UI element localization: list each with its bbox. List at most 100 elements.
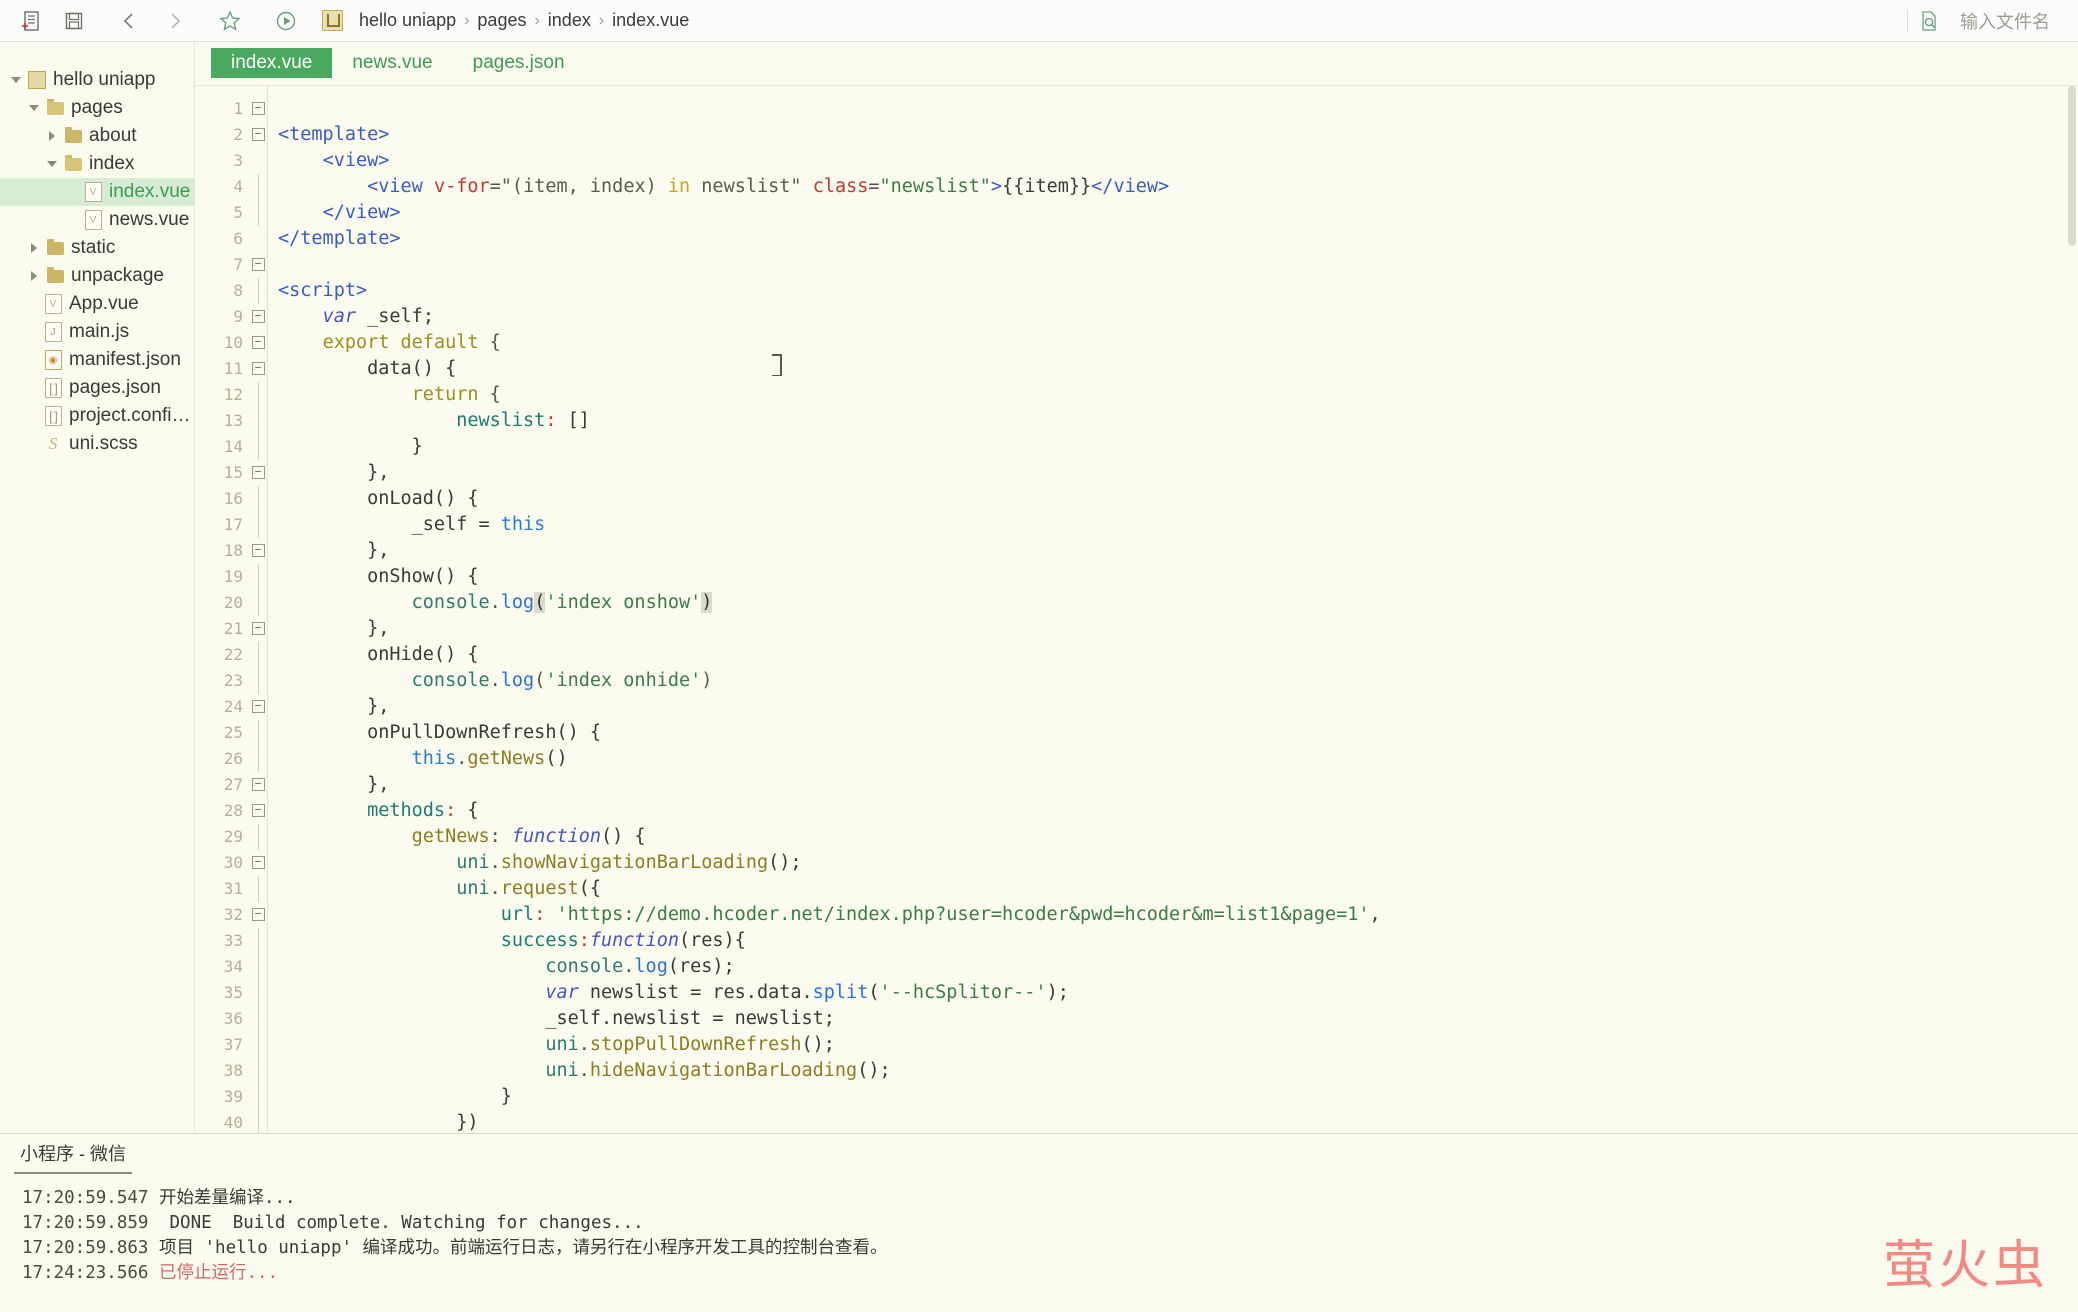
forward-icon[interactable] bbox=[152, 4, 196, 38]
line-number: 7 bbox=[233, 255, 243, 274]
chevron-down-icon[interactable] bbox=[6, 77, 26, 83]
fold-toggle-icon[interactable]: − bbox=[249, 96, 267, 122]
code-line-32: success:function(res){ bbox=[500, 930, 746, 951]
fold-toggle-icon[interactable]: − bbox=[249, 798, 267, 824]
console-timestamp: 17:20:59.863 bbox=[22, 1238, 149, 1258]
chevron-right-icon[interactable] bbox=[24, 243, 44, 253]
breadcrumb-item-project[interactable]: hello uniapp bbox=[352, 10, 463, 31]
tab-pages-json[interactable]: pages.json bbox=[453, 48, 585, 78]
code-line-14: }, bbox=[367, 462, 390, 483]
line-number: 29 bbox=[223, 827, 243, 846]
project-icon bbox=[26, 71, 48, 89]
breadcrumb-item-pages[interactable]: pages bbox=[470, 10, 533, 31]
console-panel: 小程序 - 微信 17:20:59.547 开始差量编译... 17:20:59… bbox=[0, 1133, 2078, 1312]
fold-toggle-icon[interactable]: − bbox=[249, 772, 267, 798]
breadcrumb-item-file[interactable]: index.vue bbox=[605, 10, 696, 31]
line-number: 6 bbox=[233, 229, 243, 248]
file-search-input[interactable]: 输入文件名 bbox=[1960, 8, 2050, 34]
fold-guide-line bbox=[249, 746, 267, 772]
toolbar-icon-group bbox=[0, 4, 308, 38]
tree-item-main-js[interactable]: J main.js bbox=[0, 318, 194, 346]
tree-item-unpackage[interactable]: unpackage bbox=[0, 262, 194, 290]
line-number: 17 bbox=[223, 515, 243, 534]
fold-toggle-icon[interactable]: − bbox=[249, 616, 267, 642]
fold-guide-line bbox=[249, 1110, 267, 1133]
fold-toggle-icon[interactable]: − bbox=[249, 252, 267, 278]
tree-item-project-config[interactable]: [ ] project.config.... bbox=[0, 402, 194, 430]
console-timestamp: 17:20:59.859 bbox=[22, 1213, 149, 1233]
editor-scrollbar[interactable] bbox=[2066, 86, 2078, 1133]
fold-toggle-icon[interactable]: − bbox=[249, 538, 267, 564]
code-line-10: data() { bbox=[367, 358, 457, 379]
vue-file-icon: V bbox=[42, 294, 64, 314]
line-number: 11 bbox=[223, 359, 243, 378]
fold-toggle-icon[interactable]: − bbox=[249, 330, 267, 356]
code-content[interactable]: <template> <view> <view v-for="(item, in… bbox=[267, 86, 2078, 1133]
tree-item-hello-uniapp[interactable]: hello uniapp bbox=[0, 66, 194, 94]
fold-toggle-icon[interactable]: − bbox=[249, 850, 267, 876]
code-line-24: onPullDownRefresh() { bbox=[367, 722, 602, 743]
editor-scrollbar-thumb[interactable] bbox=[2068, 86, 2076, 246]
code-line-19: console.log('index onshow') bbox=[411, 592, 713, 613]
new-file-icon[interactable] bbox=[8, 4, 52, 38]
console-message: 开始差量编译... bbox=[158, 1188, 296, 1208]
tree-item-label: manifest.json bbox=[69, 349, 181, 370]
source-code[interactable]: <template> <view> <view v-for="(item, in… bbox=[268, 96, 2078, 1133]
tree-item-manifest-json[interactable]: ◉ manifest.json bbox=[0, 346, 194, 374]
folder-open-icon bbox=[62, 154, 84, 171]
code-line-1: <template> bbox=[278, 124, 390, 145]
tree-item-about[interactable]: about bbox=[0, 122, 194, 150]
back-icon[interactable] bbox=[108, 4, 152, 38]
fold-toggle-icon[interactable]: − bbox=[249, 122, 267, 148]
code-folding-gutter[interactable]: − − − − − − − − − − − − − − bbox=[249, 86, 267, 1133]
code-line-26: }, bbox=[367, 774, 390, 795]
tree-item-static[interactable]: static bbox=[0, 234, 194, 262]
code-line-7: <script> bbox=[278, 280, 368, 301]
chevron-down-icon[interactable] bbox=[42, 161, 62, 167]
tree-item-app-vue[interactable]: V App.vue bbox=[0, 290, 194, 318]
fold-guide-line bbox=[249, 382, 267, 408]
tab-index-vue[interactable]: index.vue bbox=[211, 48, 333, 78]
fold-guide-line bbox=[249, 980, 267, 1006]
json-file-icon: [ ] bbox=[42, 378, 64, 398]
fold-toggle-icon[interactable]: − bbox=[249, 460, 267, 486]
save-icon[interactable] bbox=[52, 4, 96, 38]
console-tab-weixin[interactable]: 小程序 - 微信 bbox=[14, 1140, 132, 1174]
tree-item-pages[interactable]: pages bbox=[0, 94, 194, 122]
tree-item-pages-json[interactable]: [ ] pages.json bbox=[0, 374, 194, 402]
fold-toggle-icon[interactable]: − bbox=[249, 694, 267, 720]
fold-toggle-icon[interactable]: − bbox=[249, 902, 267, 928]
code-line-35: _self.newslist = newslist; bbox=[545, 1008, 835, 1029]
breadcrumb-item-index[interactable]: index bbox=[541, 10, 598, 31]
code-editor[interactable]: 1 2 3 4 5 6 7 8 9 10 11 12 13 14 15 16 17 18 19 20 21 22 23 24 2… bbox=[195, 85, 2078, 1133]
file-search-box[interactable]: 输入文件名 bbox=[1914, 6, 2078, 36]
tree-item-index[interactable]: index bbox=[0, 150, 194, 178]
line-number: 23 bbox=[223, 671, 243, 690]
chevron-right-icon[interactable] bbox=[42, 131, 62, 141]
chevron-down-icon[interactable] bbox=[24, 105, 44, 111]
tab-news-vue[interactable]: news.vue bbox=[332, 48, 452, 78]
project-explorer[interactable]: hello uniapp pages about index V index.v… bbox=[0, 42, 195, 1133]
tree-item-news-vue[interactable]: V news.vue bbox=[0, 206, 194, 234]
console-line: 17:24:23.566 已停止运行... bbox=[22, 1261, 2078, 1286]
tree-item-uni-scss[interactable]: S uni.scss bbox=[0, 430, 194, 458]
code-line-8: var _self; bbox=[322, 306, 434, 327]
line-number: 13 bbox=[223, 411, 243, 430]
bookmark-icon[interactable] bbox=[208, 4, 252, 38]
console-output[interactable]: 17:20:59.547 开始差量编译... 17:20:59.859 DONE… bbox=[0, 1174, 2078, 1286]
fold-toggle-icon[interactable]: − bbox=[249, 304, 267, 330]
code-line-33: console.log(res); bbox=[545, 956, 735, 977]
tree-item-index-vue[interactable]: V index.vue bbox=[0, 178, 194, 206]
code-line-21: onHide() { bbox=[367, 644, 479, 665]
fold-toggle-icon[interactable]: − bbox=[249, 356, 267, 382]
run-icon[interactable] bbox=[264, 4, 308, 38]
code-line-29: uni.showNavigationBarLoading(); bbox=[456, 852, 802, 873]
console-timestamp: 17:24:23.566 bbox=[22, 1263, 149, 1283]
chevron-right-icon[interactable] bbox=[24, 271, 44, 281]
console-timestamp: 17:20:59.547 bbox=[22, 1188, 149, 1208]
file-search-icon[interactable] bbox=[1914, 6, 1944, 36]
code-line-31: url: 'https://demo.hcoder.net/index.php?… bbox=[500, 904, 1381, 925]
line-number: 4 bbox=[233, 177, 243, 196]
uniapp-hbuilder-window: hello uniapp › pages › index › index.vue… bbox=[0, 0, 2078, 1312]
